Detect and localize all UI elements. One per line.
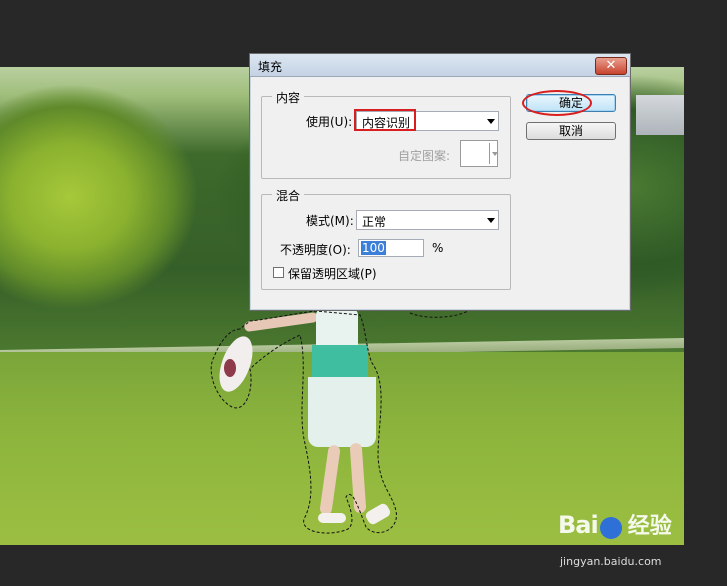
opacity-input-value: 100 [361,241,386,255]
baidu-jingyan-watermark: Bai 经验 [558,508,672,541]
preserve-transparency-label[interactable]: 保留透明区域(P) [288,265,377,282]
fill-dialog: 填充 ✕ 内容 使用(U): 内容识别 自定图案: 混合 模式(M): 正常 不… [249,53,631,311]
contents-group-title: 内容 [272,89,305,106]
chevron-down-icon [487,119,495,124]
watermark-logo-tail: 经验 [627,514,672,539]
use-label: 使用(U): [306,115,353,129]
dialog-titlebar[interactable]: 填充 ✕ [250,54,630,77]
baidu-paw-icon [599,516,622,539]
custom-pattern-label: 自定图案: [398,149,451,163]
close-icon: ✕ [605,58,617,73]
opacity-input[interactable]: 100 [358,239,424,257]
watermark-url: jingyan.baidu.com [560,555,662,568]
highlight-rectangle-use-dropdown [354,109,416,131]
watermark-logo-text: Bai [558,511,599,539]
mode-dropdown[interactable]: 正常 [356,210,499,230]
opacity-label: 不透明度(O): [280,243,351,257]
mode-dropdown-value: 正常 [362,215,387,229]
pattern-dropdown-arrow-icon [492,152,498,156]
chevron-down-icon [487,218,495,223]
preserve-transparency-checkbox[interactable] [273,267,284,278]
dialog-title: 填充 [258,60,283,74]
blending-group-title: 混合 [272,187,305,204]
close-button[interactable]: ✕ [595,57,627,75]
opacity-unit: % [432,241,444,255]
cancel-button[interactable]: 取消 [526,122,616,140]
mode-label: 模式(M): [306,214,354,228]
highlight-ellipse-ok-button [522,90,592,116]
pattern-picker-divider [489,143,490,164]
custom-pattern-picker[interactable] [460,140,498,167]
cancel-button-label: 取消 [558,124,583,138]
